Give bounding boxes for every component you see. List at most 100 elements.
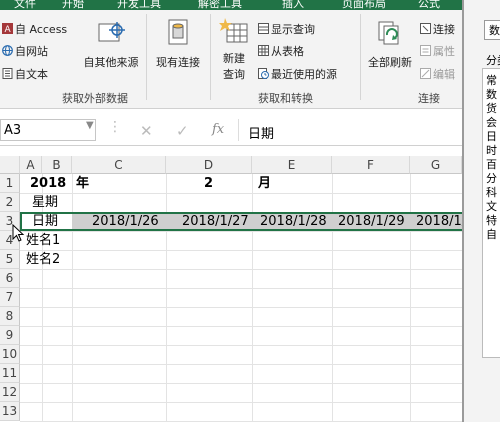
cell-d3[interactable]: 2018/1/27 <box>182 212 249 231</box>
name-box-dropdown-icon[interactable]: ▼ <box>86 120 94 131</box>
name-box[interactable]: A3 <box>0 119 96 141</box>
from-access-label: 自 Access <box>15 23 68 36</box>
number-tab-label: 数 <box>489 24 500 37</box>
recent-sources-label: 最近使用的源 <box>271 68 337 81</box>
enter-icon[interactable]: ✓ <box>176 122 189 140</box>
tab-page-layout[interactable]: 页面布局 <box>342 0 386 10</box>
category-item[interactable]: 自 <box>486 226 497 242</box>
from-web-button[interactable]: 自网站 <box>2 43 48 59</box>
existing-connections-label: 现有连接 <box>156 56 200 69</box>
ribbon-separator <box>210 14 211 100</box>
from-access-button[interactable]: A自 Access <box>2 21 67 37</box>
recent-sources-icon <box>258 68 269 79</box>
refresh-icon <box>375 18 405 48</box>
column-header-e[interactable]: E <box>252 156 332 174</box>
cell-d1[interactable]: 2 <box>204 174 213 193</box>
from-web-label: 自网站 <box>15 45 48 58</box>
row-header-11[interactable]: 11 <box>0 364 20 383</box>
tab-decrypt[interactable]: 解密工具 <box>198 0 242 10</box>
existing-connections-button[interactable]: 现有连接 <box>150 18 206 70</box>
cell-e3[interactable]: 2018/1/28 <box>260 212 327 231</box>
group-label-connections: 连接 <box>418 92 440 105</box>
properties-label: 属性 <box>433 45 455 58</box>
format-cells-dialog-panel: 数 分类 常 数 货 会 日 时 百 分 科 文 特 自 <box>462 0 500 422</box>
row-gridline <box>20 345 462 346</box>
row-header-1[interactable]: 1 <box>0 174 20 193</box>
properties-icon <box>420 45 431 56</box>
tab-file[interactable]: 文件 <box>14 0 36 10</box>
ribbon-separator <box>146 14 147 100</box>
row-header-9[interactable]: 9 <box>0 326 20 345</box>
group-label-transform: 获取和转换 <box>258 92 313 105</box>
connections-button[interactable]: 连接 <box>420 21 455 37</box>
edit-links-button[interactable]: 编辑 <box>420 66 455 82</box>
column-header-d[interactable]: D <box>166 156 252 174</box>
category-label: 分类 <box>486 54 500 67</box>
row-gridline <box>20 364 462 365</box>
tab-developer[interactable]: 开发工具 <box>117 0 161 10</box>
svg-text:A: A <box>5 25 12 34</box>
new-query-button[interactable]: 新建 查询 <box>214 18 254 82</box>
cancel-icon[interactable]: ✕ <box>140 122 153 140</box>
tab-home[interactable]: 开始 <box>62 0 84 10</box>
from-text-label: 自文本 <box>15 68 48 81</box>
show-queries-label: 显示查询 <box>271 23 315 36</box>
column-header-g[interactable]: G <box>410 156 462 174</box>
row-header-10[interactable]: 10 <box>0 345 20 364</box>
properties-button[interactable]: 属性 <box>420 43 455 59</box>
cell-a4[interactable]: 姓名1 <box>26 231 60 250</box>
column-header-c[interactable]: C <box>72 156 166 174</box>
row-gridline <box>20 383 462 384</box>
column-header-f[interactable]: F <box>332 156 410 174</box>
row-header-12[interactable]: 12 <box>0 383 20 402</box>
cell-b1[interactable]: 年 <box>76 174 89 193</box>
row-gridline <box>20 326 462 327</box>
other-sources-button[interactable]: 自其他来源 <box>80 18 142 70</box>
select-all-corner[interactable] <box>0 156 20 174</box>
mouse-cursor-icon <box>12 223 26 246</box>
row-header-2[interactable]: 2 <box>0 193 20 212</box>
connections-icon <box>420 23 431 34</box>
new-query-label-1: 新建 <box>223 52 245 65</box>
row-header-6[interactable]: 6 <box>0 269 20 288</box>
cell-g3[interactable]: 2018/1/ <box>416 212 462 231</box>
worksheet-grid[interactable]: A B C D E F G 1 2 3 4 5 6 7 8 9 10 11 12… <box>0 156 462 422</box>
formula-bar: A3 ▼ ⋮ ✕ ✓ fx 日期 <box>0 117 462 146</box>
edit-links-icon <box>420 68 431 79</box>
insert-function-icon[interactable]: fx <box>212 122 224 137</box>
row-header-13[interactable]: 13 <box>0 402 20 421</box>
ribbon-separator <box>360 14 361 100</box>
from-table-button[interactable]: 从表格 <box>258 43 304 59</box>
column-header-a[interactable]: A <box>20 156 42 174</box>
web-icon <box>2 45 13 56</box>
cell-e1[interactable]: 月 <box>258 174 271 193</box>
recent-sources-button[interactable]: 最近使用的源 <box>258 66 337 82</box>
row-gridline <box>20 269 462 270</box>
row-header-7[interactable]: 7 <box>0 288 20 307</box>
cell-a1[interactable]: 2018 <box>30 174 66 193</box>
refresh-all-button[interactable]: 全部刷新 <box>364 18 416 70</box>
cell-c3[interactable]: 2018/1/26 <box>92 212 159 231</box>
row-gridline <box>20 402 462 403</box>
formula-input[interactable]: 日期 <box>248 123 274 142</box>
row-header-5[interactable]: 5 <box>0 250 20 269</box>
text-file-icon <box>2 68 13 79</box>
column-header-b[interactable]: B <box>42 156 72 174</box>
edit-links-label: 编辑 <box>433 68 455 81</box>
other-sources-icon <box>96 18 126 48</box>
number-tab-button[interactable]: 数 <box>484 20 500 40</box>
row-gridline <box>20 193 462 194</box>
cell-a5[interactable]: 姓名2 <box>26 250 60 269</box>
cell-f3[interactable]: 2018/1/29 <box>338 212 405 231</box>
formula-divider <box>238 119 239 141</box>
from-text-button[interactable]: 自文本 <box>2 66 48 82</box>
refresh-all-label: 全部刷新 <box>368 56 412 69</box>
more-icon: ⋮ <box>108 119 122 135</box>
tab-formulas[interactable]: 公式 <box>418 0 440 10</box>
cell-a2[interactable]: 星期 <box>32 193 58 212</box>
tab-insert[interactable]: 插入 <box>282 0 304 10</box>
show-queries-button[interactable]: 显示查询 <box>258 21 315 37</box>
cell-a3[interactable]: 日期 <box>32 212 58 231</box>
row-header-8[interactable]: 8 <box>0 307 20 326</box>
row-gridline <box>20 250 462 251</box>
